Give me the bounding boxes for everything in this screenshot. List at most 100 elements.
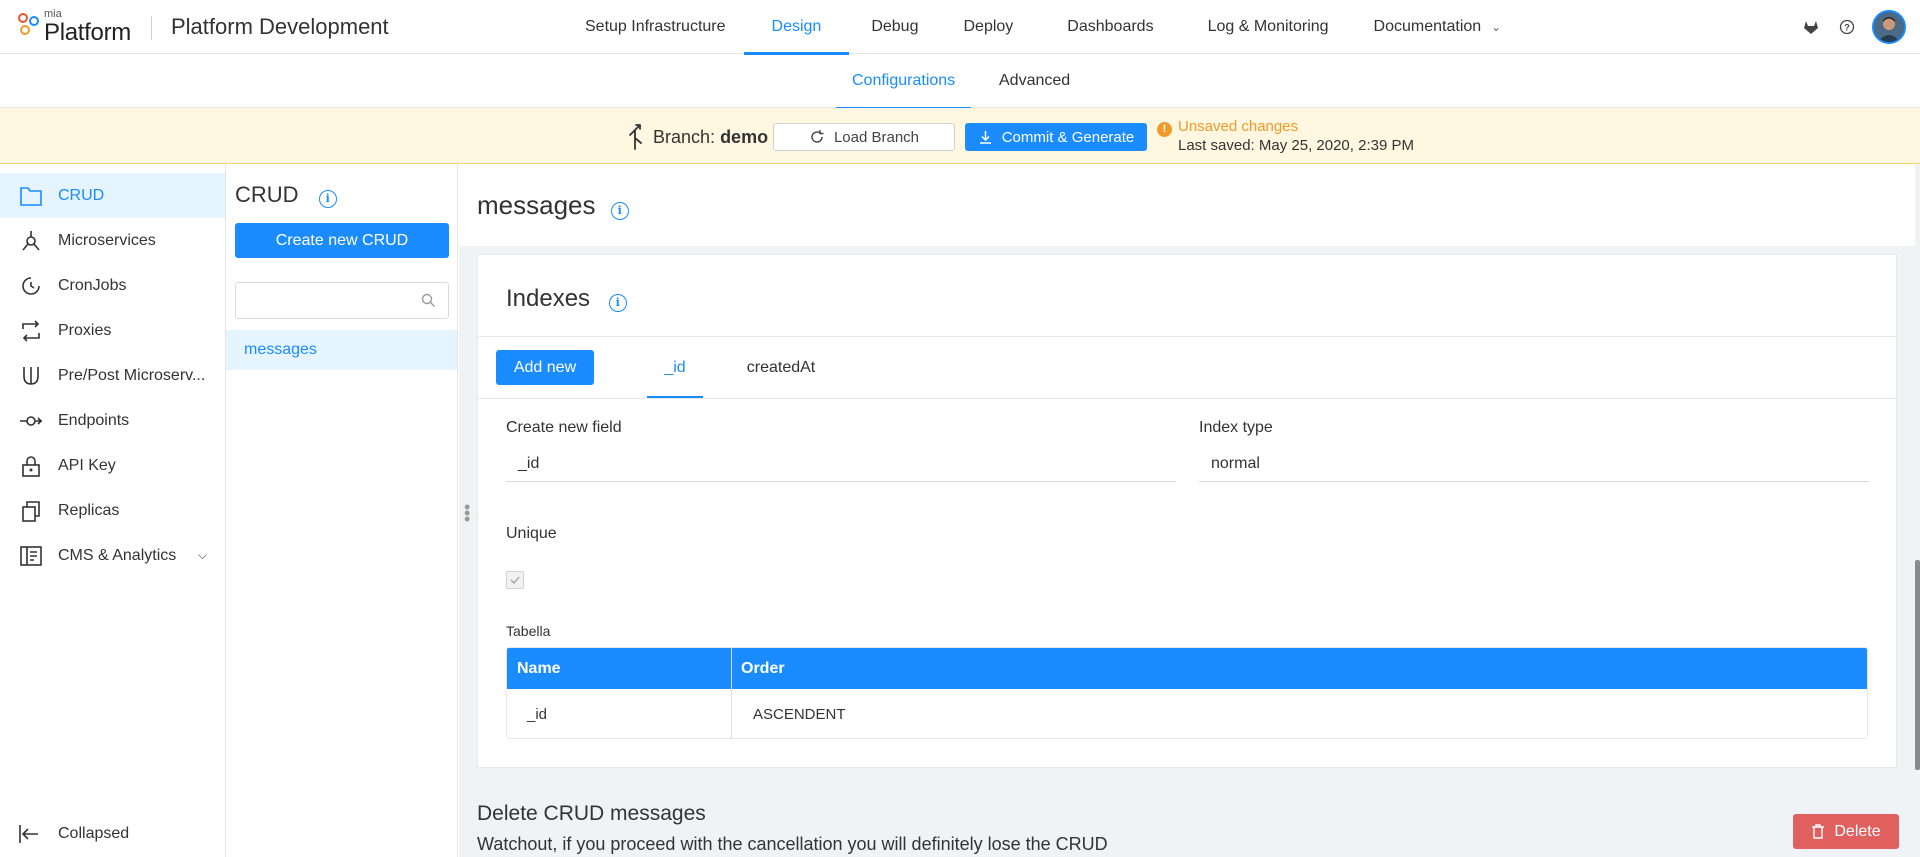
logo-text: Platform: [44, 19, 131, 46]
index-fields-table: Name Order _id ASCENDENT: [506, 647, 1868, 739]
index-type-select[interactable]: normal: [1199, 446, 1869, 482]
sidebar-item-api-key[interactable]: API Key: [0, 443, 225, 488]
sidebar-item-label: API Key: [58, 456, 116, 474]
table-cell-name: _id: [527, 706, 548, 723]
nav-deploy[interactable]: Deploy: [936, 0, 1040, 54]
microservices-icon: [18, 228, 44, 254]
indexes-title-text: Indexes: [506, 285, 591, 312]
clock-icon: [18, 273, 44, 299]
sub-tabs: Configurations Advanced: [0, 54, 1920, 109]
main-scrollbar[interactable]: [1915, 560, 1920, 770]
sidebar-item-label: Replicas: [58, 501, 120, 519]
nav-documentation-label: Documentation: [1373, 18, 1482, 35]
divider: [478, 336, 1896, 337]
branch-prefix: Branch:: [653, 127, 716, 147]
refresh-icon: [811, 130, 824, 143]
branch-bar: Branch: demo Load Branch Commit & Genera…: [0, 108, 1920, 164]
sidebar-item-cronjobs[interactable]: CronJobs: [0, 263, 225, 308]
sidebar-item-label: CMS & Analytics: [58, 546, 177, 564]
sidebar-item-replicas[interactable]: Replicas: [0, 488, 225, 533]
nav-design[interactable]: Design: [743, 0, 850, 55]
search-icon: [421, 293, 435, 307]
sidebar: CRUD Microservices CronJobs Proxies Pre/…: [0, 164, 226, 857]
add-index-button[interactable]: Add new: [496, 350, 594, 385]
crud-search-input[interactable]: [236, 283, 416, 318]
swap-icon: [18, 318, 44, 344]
delete-title: Delete CRUD messages: [477, 802, 706, 825]
create-crud-button[interactable]: Create new CRUD: [235, 223, 449, 258]
indexes-card: Indexes i Add new _id createdAt Create n…: [477, 254, 1897, 768]
last-saved-text: Last saved: May 25, 2020, 2:39 PM: [1178, 137, 1414, 154]
field-label: Create new field: [506, 419, 622, 436]
info-icon[interactable]: i: [608, 294, 627, 312]
collapse-sidebar-button[interactable]: Collapsed: [0, 811, 225, 857]
sidebar-item-pre-post-microservices[interactable]: Pre/Post Microserv...: [0, 353, 225, 398]
main-nav: Setup Infrastructure Design Debug Deploy…: [567, 0, 1520, 55]
crud-panel-title: CRUD i: [235, 182, 337, 208]
commit-generate-button[interactable]: Commit & Generate: [965, 123, 1147, 151]
check-icon: [510, 576, 520, 585]
tab-configurations[interactable]: Configurations: [836, 54, 972, 109]
user-avatar[interactable]: [1872, 10, 1906, 44]
warning-icon: !: [1157, 122, 1172, 137]
sidebar-item-label: CRUD: [58, 186, 105, 204]
sidebar-item-label: Pre/Post Microserv...: [58, 366, 206, 384]
copy-icon: [18, 498, 44, 524]
sidebar-item-label: Endpoints: [58, 411, 130, 429]
crud-search: [235, 282, 449, 319]
info-icon[interactable]: i: [610, 202, 629, 220]
tab-index-createdat[interactable]: createdAt: [745, 350, 817, 398]
sidebar-item-endpoints[interactable]: Endpoints: [0, 398, 225, 443]
endpoint-icon: [18, 408, 44, 434]
collapsed-label: Collapsed: [58, 825, 130, 842]
sidebar-item-proxies[interactable]: Proxies: [0, 308, 225, 353]
trash-icon: [1812, 824, 1825, 839]
crud-header: messages i: [459, 164, 1915, 246]
chevron-down-icon: ⌵: [197, 548, 207, 562]
chevron-down-icon: ⌄: [1491, 20, 1502, 34]
cms-icon: [18, 543, 44, 569]
nav-log-monitoring[interactable]: Log & Monitoring: [1181, 0, 1356, 54]
column-header-order: Order: [741, 660, 785, 677]
sidebar-item-crud[interactable]: CRUD: [0, 173, 225, 218]
mia-platform-logo[interactable]: mia Platform: [16, 6, 136, 48]
delete-crud-section: Delete CRUD messages Watchout, if you pr…: [459, 784, 1915, 857]
sidebar-item-microservices[interactable]: Microservices: [0, 218, 225, 263]
nav-documentation[interactable]: Documentation ⌄: [1356, 0, 1520, 54]
delete-description: Watchout, if you proceed with the cancel…: [477, 834, 1108, 854]
lock-icon: [18, 453, 44, 479]
load-branch-label: Load Branch: [833, 128, 920, 146]
sidebar-item-cms-analytics[interactable]: CMS & Analytics ⌵: [0, 533, 225, 578]
collapse-icon: [18, 821, 44, 847]
tab-index-id[interactable]: _id: [647, 350, 703, 398]
panel-resize-handle[interactable]: • • •: [464, 498, 470, 528]
table-cell-order[interactable]: ASCENDENT: [753, 689, 846, 738]
delete-button-label: Delete: [1834, 822, 1881, 840]
header-actions: ?: [1800, 0, 1920, 54]
tab-advanced[interactable]: Advanced: [983, 54, 1086, 108]
help-icon[interactable]: ?: [1836, 16, 1858, 38]
table-label: Tabella: [506, 623, 551, 639]
load-branch-button[interactable]: Load Branch: [773, 123, 955, 151]
branch-label: Branch: demo: [653, 127, 768, 148]
sidebar-item-label: CronJobs: [58, 276, 127, 294]
nav-dashboards[interactable]: Dashboards: [1040, 0, 1180, 54]
indexes-title: Indexes i: [506, 285, 627, 313]
fork-icon: [18, 363, 44, 389]
crud-title-text: messages: [477, 190, 596, 220]
unique-label: Unique: [506, 525, 557, 542]
delete-crud-button[interactable]: Delete: [1793, 814, 1899, 849]
crud-title: messages i: [477, 190, 629, 221]
crud-list-item[interactable]: messages: [226, 330, 457, 370]
crud-panel-title-text: CRUD: [235, 182, 299, 207]
unsaved-changes-text: Unsaved changes: [1178, 118, 1299, 135]
unique-checkbox[interactable]: [506, 571, 524, 589]
crud-panel: CRUD i Create new CRUD messages: [226, 164, 458, 857]
gitlab-icon[interactable]: [1800, 16, 1822, 38]
nav-setup-infrastructure[interactable]: Setup Infrastructure: [567, 0, 744, 54]
field-input[interactable]: _id: [506, 446, 1176, 482]
svg-text:?: ?: [1844, 23, 1850, 33]
divider: [478, 398, 1896, 399]
nav-debug[interactable]: Debug: [849, 0, 936, 54]
info-icon[interactable]: i: [318, 190, 337, 208]
